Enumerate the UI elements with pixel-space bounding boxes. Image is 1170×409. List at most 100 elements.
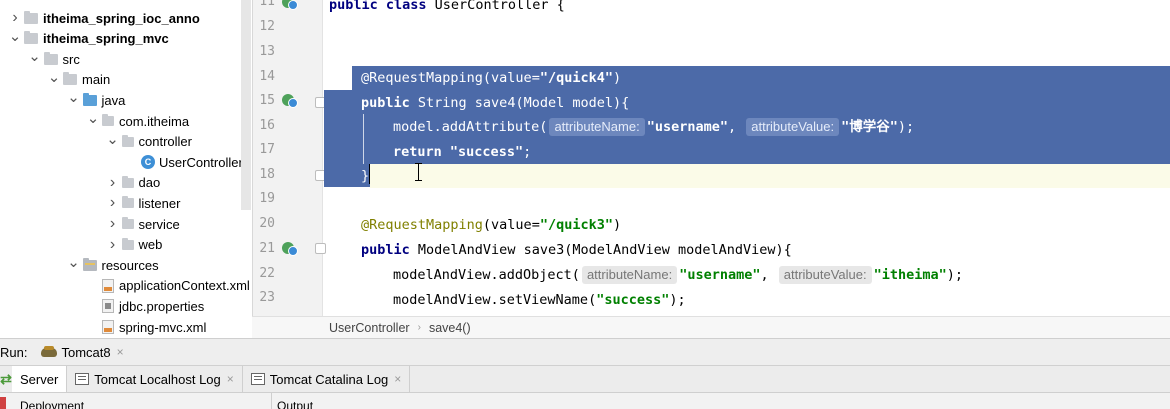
tree-item[interactable]: ⌄ com.itheima: [86, 110, 190, 131]
run-config-tab[interactable]: Tomcat8: [61, 345, 110, 360]
source-folder-icon: [82, 92, 97, 106]
tab-tomcat-localhost-log[interactable]: Tomcat Localhost Log ×: [67, 365, 243, 393]
tree-item[interactable]: ⌄ controller: [106, 131, 192, 152]
tree-item-label: resources: [101, 257, 159, 273]
code-line-11[interactable]: public class UserController {: [329, 0, 565, 16]
chevron-down-icon[interactable]: ⌄: [86, 110, 100, 127]
project-tree: › itheima_spring_ioc_anno ⌄ itheima_spring_…: [0, 0, 252, 338]
package-icon: [121, 196, 134, 209]
folder-icon: [63, 72, 77, 86]
breadcrumb-item-method[interactable]: save4(): [429, 321, 471, 335]
chevron-down-icon[interactable]: ⌄: [28, 48, 42, 65]
tree-item[interactable]: ⌄ src: [28, 48, 80, 69]
code-line-21[interactable]: public ModelAndView save3(ModelAndView m…: [361, 239, 792, 261]
module-folder-icon: [24, 10, 38, 24]
code-editor[interactable]: 11 12 13 14 15 16 17 18 19 20 21 22 23 public class …: [252, 0, 1170, 316]
run-label: Run:: [0, 344, 28, 360]
tab-tomcat-catalina-log[interactable]: Tomcat Catalina Log ×: [243, 365, 411, 393]
close-icon[interactable]: ×: [394, 372, 401, 386]
tree-item-label: web: [138, 237, 163, 253]
resources-folder-icon: [82, 257, 97, 271]
output-column-header: Output: [277, 399, 314, 409]
code-line-16[interactable]: model.addAttribute(attributeName: "userna…: [393, 116, 914, 138]
breadcrumb-item-class[interactable]: UserController: [329, 321, 410, 335]
tree-item-label: jdbc.properties: [119, 298, 205, 314]
parameter-hint: attributeName:: [549, 118, 645, 136]
chevron-right-icon[interactable]: ›: [106, 174, 120, 191]
line-number: 18: [259, 167, 275, 182]
tree-item[interactable]: › listener: [106, 193, 181, 213]
tree-item[interactable]: jdbc.properties: [86, 296, 204, 316]
restart-icon[interactable]: ⇄: [0, 366, 12, 393]
code-line-20[interactable]: @RequestMapping(value="/quick3"): [361, 214, 621, 236]
tree-item[interactable]: C UserController: [125, 152, 243, 172]
deployment-header: Deployment Output: [0, 392, 1170, 409]
line-number: 21: [259, 241, 275, 256]
code-line-14[interactable]: @RequestMapping(value="/quick4"): [361, 67, 621, 89]
deployment-column-header: Deployment: [20, 399, 85, 409]
tree-item[interactable]: ⌄ java: [67, 89, 126, 110]
line-number: 15: [259, 93, 275, 108]
tree-scrollbar[interactable]: [241, 0, 251, 210]
spring-bean-gutter-icon[interactable]: [282, 240, 300, 256]
chevron-right-icon[interactable]: ›: [8, 9, 22, 26]
chevron-down-icon[interactable]: ⌄: [67, 89, 81, 106]
chevron-right-icon[interactable]: ›: [106, 194, 120, 211]
line-number: 12: [259, 19, 275, 34]
stop-icon[interactable]: [0, 397, 6, 409]
tree-item[interactable]: › service: [106, 214, 180, 234]
code-line-15[interactable]: public String save4(Model model){: [361, 92, 629, 114]
line-number: 23: [259, 290, 275, 305]
tree-item[interactable]: ⌄ resources: [67, 254, 159, 275]
tree-item-label: itheima_spring_ioc_anno: [43, 10, 200, 26]
tree-item[interactable]: ⌄ itheima_spring_mvc: [8, 28, 169, 49]
tree-item-label: listener: [138, 195, 181, 211]
tomcat-icon: [41, 346, 58, 358]
spring-bean-gutter-icon[interactable]: [282, 92, 300, 108]
xml-file-icon: [102, 320, 114, 334]
tree-item[interactable]: › web: [106, 235, 163, 255]
package-icon: [121, 134, 134, 147]
tree-item[interactable]: spring-mvc.xml: [86, 317, 206, 337]
tree-item[interactable]: › itheima_spring_ioc_anno: [8, 8, 200, 28]
tree-item[interactable]: ⌄ main: [47, 69, 110, 90]
tree-item-label: com.itheima: [119, 113, 190, 129]
close-icon[interactable]: ×: [117, 345, 124, 359]
line-number: 11: [259, 0, 275, 9]
fold-marker-icon[interactable]: [315, 243, 326, 254]
package-icon: [121, 237, 134, 250]
text-caret: [369, 164, 370, 184]
tab-server[interactable]: Server: [12, 365, 68, 393]
chevron-down-icon[interactable]: ⌄: [8, 28, 22, 45]
chevron-right-icon[interactable]: ›: [106, 236, 120, 253]
tree-item-label: service: [138, 216, 180, 232]
chevron-down-icon[interactable]: ⌄: [106, 131, 120, 148]
package-icon: [121, 175, 134, 188]
breadcrumb: UserController › save4(): [252, 316, 1170, 338]
run-tabs: ⇄ Server Tomcat Localhost Log × Tomcat C…: [0, 365, 1170, 393]
code-line-18[interactable]: }: [361, 165, 369, 187]
chevron-down-icon[interactable]: ⌄: [67, 254, 81, 271]
folder-icon: [43, 51, 58, 65]
parameter-hint: attributeValue:: [778, 266, 872, 284]
tree-item-label: dao: [138, 175, 161, 191]
current-line-highlight: [370, 164, 1170, 188]
chevron-right-icon[interactable]: ›: [106, 215, 120, 232]
tree-item-label: applicationContext.xml: [119, 278, 250, 294]
code-line-22[interactable]: modelAndView.addObject(attributeName: "us…: [393, 264, 963, 286]
spring-bean-gutter-icon[interactable]: [282, 0, 300, 10]
properties-file-icon: [102, 299, 114, 314]
tree-item-label: java: [101, 92, 126, 108]
chevron-down-icon[interactable]: ⌄: [47, 69, 61, 86]
close-icon[interactable]: ×: [227, 372, 234, 386]
code-line-23[interactable]: modelAndView.setViewName("success");: [393, 289, 686, 311]
code-line-17[interactable]: return "success";: [393, 141, 531, 163]
tree-item[interactable]: › dao: [106, 173, 161, 193]
line-number: 20: [259, 216, 275, 231]
tree-item[interactable]: applicationContext.xml: [86, 276, 250, 296]
tree-item-label: UserController: [159, 154, 243, 170]
module-folder-icon: [24, 31, 38, 45]
